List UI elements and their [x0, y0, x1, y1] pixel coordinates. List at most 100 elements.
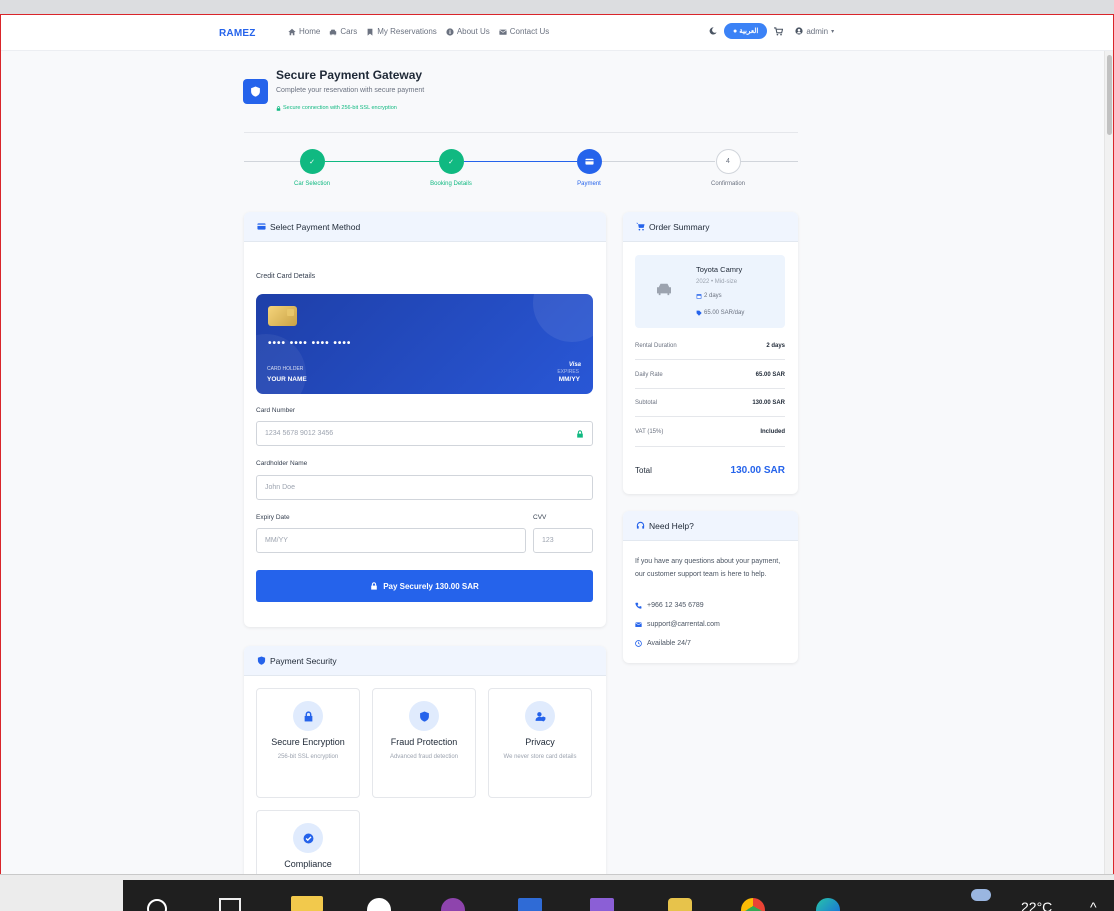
username: admin	[806, 26, 829, 36]
card-number-preview: •••• •••• •••• ••••	[268, 338, 352, 349]
payment-method-header: Select Payment Method	[244, 212, 606, 242]
page-scrollbar[interactable]	[1104, 51, 1113, 876]
rate-badge: 65.00 SAR/day	[696, 310, 744, 316]
step-payment: Payment	[549, 149, 629, 187]
nav-links: Home Cars My Reservations About Us Conta…	[288, 27, 549, 36]
nav-link-contact[interactable]: Contact Us	[498, 27, 549, 36]
car-icon	[657, 283, 671, 296]
step-confirmation: 4 Confirmation	[688, 149, 768, 187]
car-summary: Toyota Camry 2022 • Mid-size 2 days 65.0…	[635, 255, 785, 328]
support-phone[interactable]: +966 12 345 6789	[635, 602, 704, 609]
nav-link-home[interactable]: Home	[288, 27, 320, 36]
expiry-date-label: Expiry Date	[256, 514, 290, 521]
page-subtitle: Complete your reservation with secure pa…	[276, 87, 425, 94]
card-decoration	[533, 294, 593, 342]
car-icon	[330, 29, 337, 35]
summary-divider	[635, 359, 785, 360]
card-chip	[268, 306, 297, 326]
step-booking-details: ✓ Booking Details	[411, 149, 491, 187]
header-divider	[244, 132, 798, 133]
credit-card-preview: •••• •••• •••• •••• CARD HOLDER YOUR NAM…	[256, 294, 593, 394]
task-view-icon[interactable]	[219, 898, 241, 911]
card-expiry-preview: MM/YY	[558, 376, 580, 383]
moon-icon[interactable]	[709, 27, 717, 35]
cvv-label: CVV	[533, 514, 547, 521]
section-label: Credit Card Details	[256, 273, 316, 280]
navbar: RAMEZ Home Cars My Reservations About Us…	[1, 15, 1113, 51]
clock-icon	[635, 640, 642, 647]
payment-security-header: Payment Security	[244, 646, 606, 676]
brand-logo[interactable]: RAMEZ	[219, 28, 256, 39]
payment-method-card: Select Payment Method Credit Card Detail…	[244, 212, 606, 627]
language-toggle-button[interactable]: ● العربية	[724, 23, 768, 39]
nav-link-cars[interactable]: Cars	[329, 27, 357, 36]
app-icon-1[interactable]	[367, 898, 391, 911]
github-desktop-icon[interactable]	[441, 898, 465, 911]
edge-icon[interactable]	[816, 898, 840, 911]
chevron-up-icon[interactable]: ^	[1090, 899, 1097, 911]
database-tool-icon[interactable]	[668, 898, 692, 911]
search-icon[interactable]	[147, 899, 167, 911]
order-summary-card: Order Summary Toyota Camry 2022 • Mid-si…	[623, 212, 798, 494]
help-text: If you have any questions about your pay…	[635, 558, 781, 578]
cvv-input[interactable]: 123	[533, 528, 593, 553]
secure-connection-note: Secure connection with 256-bit SSL encry…	[276, 105, 397, 111]
nav-link-reservations[interactable]: My Reservations	[366, 27, 437, 36]
shield-icon	[243, 79, 268, 104]
summary-total: Total 130.00 SAR	[635, 465, 785, 476]
weather-temperature: 22°C	[1021, 899, 1053, 911]
payment-security-card: Payment Security Secure Encryption 256-b…	[244, 646, 606, 886]
summary-row-subtotal: Subtotal 130.00 SAR	[635, 400, 785, 406]
file-explorer-icon[interactable]	[291, 896, 323, 911]
nav-link-label: Home	[299, 27, 321, 36]
card-brand-logo: Visa	[568, 362, 581, 368]
lock-icon	[276, 105, 281, 111]
scrollbar-thumb[interactable]	[1107, 55, 1112, 135]
user-circle-icon	[795, 27, 803, 35]
page-title: Secure Payment Gateway	[276, 68, 423, 82]
lock-icon	[371, 582, 377, 590]
visual-studio-icon[interactable]	[590, 898, 614, 911]
lock-icon	[293, 701, 323, 731]
pay-securely-button[interactable]: Pay Securely 130.00 SAR	[256, 570, 593, 602]
cart-icon[interactable]	[774, 26, 784, 36]
nav-link-label: My Reservations	[377, 27, 437, 36]
tag-icon	[696, 310, 702, 316]
chrome-icon[interactable]	[741, 898, 765, 911]
security-feature-fraud: Fraud Protection Advanced fraud detectio…	[372, 688, 476, 798]
card-holder-preview: YOUR NAME	[267, 376, 307, 383]
chevron-down-icon: ▾	[831, 28, 835, 35]
info-icon	[446, 27, 454, 36]
powershell-icon[interactable]	[518, 898, 542, 911]
check-icon: ✓	[299, 149, 325, 174]
user-menu-dropdown[interactable]: admin ▾	[795, 27, 834, 36]
step-number: 4	[715, 149, 741, 174]
card-number-input[interactable]: 1234 5678 9012 3456	[256, 421, 593, 446]
bookmark-icon	[367, 28, 373, 36]
envelope-icon	[635, 622, 642, 627]
check-icon: ✓	[438, 149, 464, 174]
security-feature-privacy: Privacy We never store card details	[488, 688, 592, 798]
nav-link-about[interactable]: About Us	[446, 27, 490, 36]
card-expires-label: EXPIRES	[557, 369, 579, 375]
shield-icon	[257, 656, 266, 665]
step-car-selection: ✓ Car Selection	[272, 149, 352, 187]
duration-badge: 2 days	[696, 293, 722, 299]
card-number-label: Card Number	[256, 407, 296, 414]
summary-row-vat: VAT (15%) Included	[635, 429, 785, 435]
browser-viewport: RAMEZ Home Cars My Reservations About Us…	[0, 14, 1114, 911]
summary-row-duration: Rental Duration 2 days	[635, 343, 785, 349]
cardholder-name-input[interactable]: John Doe	[256, 475, 593, 500]
card-holder-label: CARD HOLDER	[267, 366, 304, 372]
progress-steps: ✓ Car Selection ✓ Booking Details Paymen…	[244, 149, 798, 194]
globe-icon: ●	[733, 28, 738, 35]
phone-icon	[635, 602, 642, 609]
summary-divider	[635, 446, 785, 447]
weather-icon[interactable]	[971, 889, 991, 901]
user-shield-icon	[525, 701, 555, 731]
credit-card-icon	[257, 223, 266, 230]
summary-divider	[635, 416, 785, 417]
expiry-date-input[interactable]: MM/YY	[256, 528, 526, 553]
support-email[interactable]: support@carrental.com	[635, 621, 720, 628]
summary-row-daily-rate: Daily Rate 65.00 SAR	[635, 372, 785, 378]
